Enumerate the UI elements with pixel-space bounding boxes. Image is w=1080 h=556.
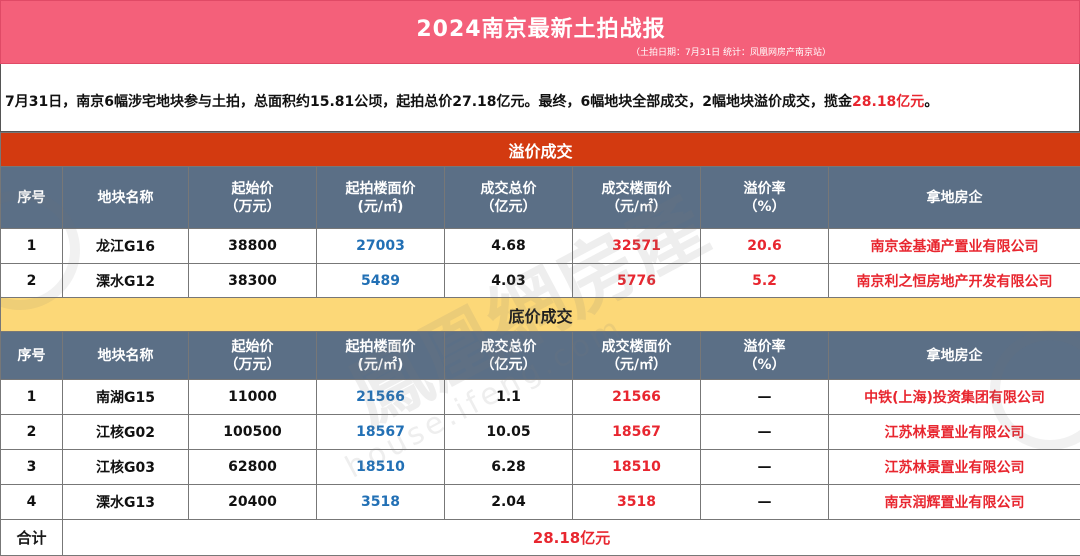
cell-name: 龙江G16: [62, 228, 189, 264]
page-title: 2024南京最新土拍战报: [416, 17, 666, 42]
col-premium-rate: 溢价率 （%）: [700, 331, 829, 380]
cell-deal-total: 1.1: [444, 379, 573, 415]
summary-highlight: 28.18亿元: [852, 94, 925, 110]
col-name: 地块名称: [62, 331, 189, 380]
premium-section-bar: 溢价成交: [0, 132, 1080, 167]
col-deal-total: 成交总价 （亿元）: [444, 166, 573, 229]
cell-start-price: 38800: [188, 228, 317, 264]
cell-deal-floor: 32571: [572, 228, 701, 264]
cell-start-floor: 18567: [316, 414, 445, 450]
cell-deal-total: 4.03: [444, 263, 573, 299]
cell-developer: 南京利之恒房地产开发有限公司: [827, 263, 1080, 299]
cell-developer: 南京金基通产置业有限公司: [827, 228, 1080, 264]
cell-start-price: 20400: [188, 484, 317, 520]
cell-seq: 1: [0, 379, 63, 415]
col-start-price: 起始价 （万元）: [188, 331, 317, 380]
cell-premium-rate: —: [700, 449, 829, 485]
cell-premium-rate: —: [700, 379, 829, 415]
table-row: 1 龙江G16 38800 27003 4.68 32571 20.6 南京金基…: [0, 228, 1080, 264]
cell-start-floor: 21566: [316, 379, 445, 415]
cell-deal-floor: 3518: [572, 484, 701, 520]
cell-deal-floor: 5776: [572, 263, 701, 299]
total-label: 合计: [0, 519, 63, 556]
cell-deal-total: 6.28: [444, 449, 573, 485]
cell-premium-rate: —: [700, 414, 829, 450]
cell-developer: 江苏林景置业有限公司: [827, 449, 1080, 485]
cell-seq: 3: [0, 449, 63, 485]
col-developer: 拿地房企: [827, 331, 1080, 380]
cell-start-floor: 3518: [316, 484, 445, 520]
col-start-floor: 起拍楼面价 (元/㎡): [316, 166, 445, 229]
floor-section-title: 底价成交: [0, 297, 1080, 332]
col-seq: 序号: [0, 166, 63, 229]
table-row: 1 南湖G15 11000 21566 1.1 21566 — 中铁(上海)投资…: [0, 379, 1080, 415]
cell-premium-rate: 20.6: [700, 228, 829, 264]
floor-header-row: 序号 地块名称 起始价 （万元） 起拍楼面价 (元/㎡) 成交总价 （亿元） 成交楼面…: [0, 331, 1080, 380]
cell-start-floor: 5489: [316, 263, 445, 299]
col-deal-floor: 成交楼面价 （元/㎡）: [572, 166, 701, 229]
table-row: 3 江核G03 62800 18510 6.28 18510 — 江苏林景置业有…: [0, 449, 1080, 485]
premium-header-row: 序号 地块名称 起始价 （万元） 起拍楼面价 (元/㎡) 成交总价 （亿元） 成交楼面…: [0, 166, 1080, 229]
col-name: 地块名称: [62, 166, 189, 229]
cell-start-price: 100500: [188, 414, 317, 450]
col-start-floor: 起拍楼面价 (元/㎡): [316, 331, 445, 380]
page-subtitle: （土拍日期：7月31日 统计：凤凰网房产南京站）: [631, 48, 832, 58]
col-premium-rate: 溢价率 （%）: [700, 166, 829, 229]
premium-table: 溢价成交 序号 地块名称 起始价 （万元） 起拍楼面价 (元/㎡) 成交总价 （亿元）…: [0, 132, 1080, 299]
summary-end: 。: [924, 94, 939, 110]
summary-paragraph: 7月31日，南京6幅涉宅地块参与土拍，总面积约15.81公顷，起拍总价27.18…: [0, 64, 1080, 132]
cell-developer: 南京润辉置业有限公司: [827, 484, 1080, 520]
cell-seq: 2: [0, 414, 63, 450]
title-banner: 2024南京最新土拍战报 （土拍日期：7月31日 统计：凤凰网房产南京站）: [0, 0, 1080, 64]
table-row: 4 溧水G13 20400 3518 2.04 3518 — 南京润辉置业有限公…: [0, 484, 1080, 520]
floor-section-bar: 底价成交: [0, 297, 1080, 332]
floor-table: 底价成交 序号 地块名称 起始价 （万元） 起拍楼面价 (元/㎡) 成交总价 （亿元）…: [0, 297, 1080, 556]
cell-start-floor: 18510: [316, 449, 445, 485]
cell-name: 江核G02: [62, 414, 189, 450]
cell-start-price: 62800: [188, 449, 317, 485]
cell-start-price: 38300: [188, 263, 317, 299]
col-seq: 序号: [0, 331, 63, 380]
cell-premium-rate: —: [700, 484, 829, 520]
cell-start-price: 11000: [188, 379, 317, 415]
cell-deal-total: 10.05: [444, 414, 573, 450]
cell-name: 江核G03: [62, 449, 189, 485]
cell-deal-floor: 21566: [572, 379, 701, 415]
table-row: 2 溧水G12 38300 5489 4.03 5776 5.2 南京利之恒房地…: [0, 263, 1080, 299]
total-value: 28.18亿元: [61, 519, 1080, 556]
cell-name: 南湖G15: [62, 379, 189, 415]
cell-deal-total: 2.04: [444, 484, 573, 520]
total-row: 合计 28.18亿元: [0, 519, 1080, 556]
table-row: 2 江核G02 100500 18567 10.05 18567 — 江苏林景置…: [0, 414, 1080, 450]
cell-deal-total: 4.68: [444, 228, 573, 264]
cell-developer: 江苏林景置业有限公司: [827, 414, 1080, 450]
cell-name: 溧水G13: [62, 484, 189, 520]
col-deal-floor: 成交楼面价 （元/㎡）: [572, 331, 701, 380]
col-deal-total: 成交总价 （亿元）: [444, 331, 573, 380]
cell-deal-floor: 18510: [572, 449, 701, 485]
col-start-price: 起始价 （万元）: [188, 166, 317, 229]
cell-name: 溧水G12: [62, 263, 189, 299]
summary-text: 7月31日，南京6幅涉宅地块参与土拍，总面积约15.81公顷，起拍总价27.18…: [5, 94, 853, 110]
cell-seq: 4: [0, 484, 63, 520]
cell-developer: 中铁(上海)投资集团有限公司: [827, 379, 1080, 415]
cell-seq: 2: [0, 263, 63, 299]
col-developer: 拿地房企: [827, 166, 1080, 229]
cell-seq: 1: [0, 228, 63, 264]
cell-premium-rate: 5.2: [700, 263, 829, 299]
cell-start-floor: 27003: [316, 228, 445, 264]
cell-deal-floor: 18567: [572, 414, 701, 450]
premium-section-title: 溢价成交: [0, 132, 1080, 167]
